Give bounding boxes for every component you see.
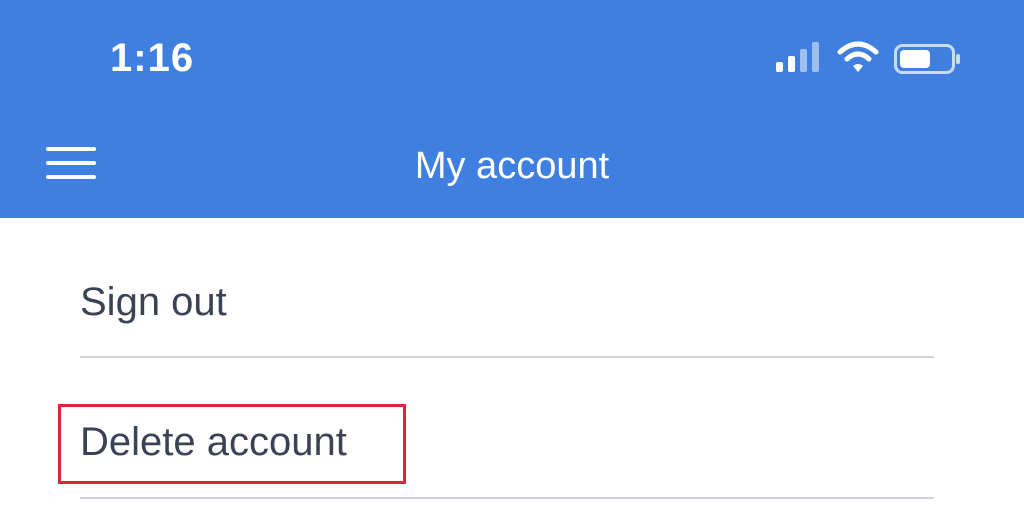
battery-icon (894, 44, 960, 74)
app-header: 1:16 My account (0, 0, 1024, 218)
status-icons (770, 38, 970, 78)
sign-out-item[interactable]: Sign out (80, 218, 934, 358)
highlight-annotation-box (58, 404, 406, 484)
sign-out-label: Sign out (80, 280, 227, 324)
screen: 1:16 My account Sign out Delete account (0, 0, 1024, 531)
status-time: 1:16 (110, 36, 195, 80)
signal-icon (776, 42, 819, 72)
page-title: My account (414, 145, 610, 187)
wifi-icon (837, 41, 879, 72)
